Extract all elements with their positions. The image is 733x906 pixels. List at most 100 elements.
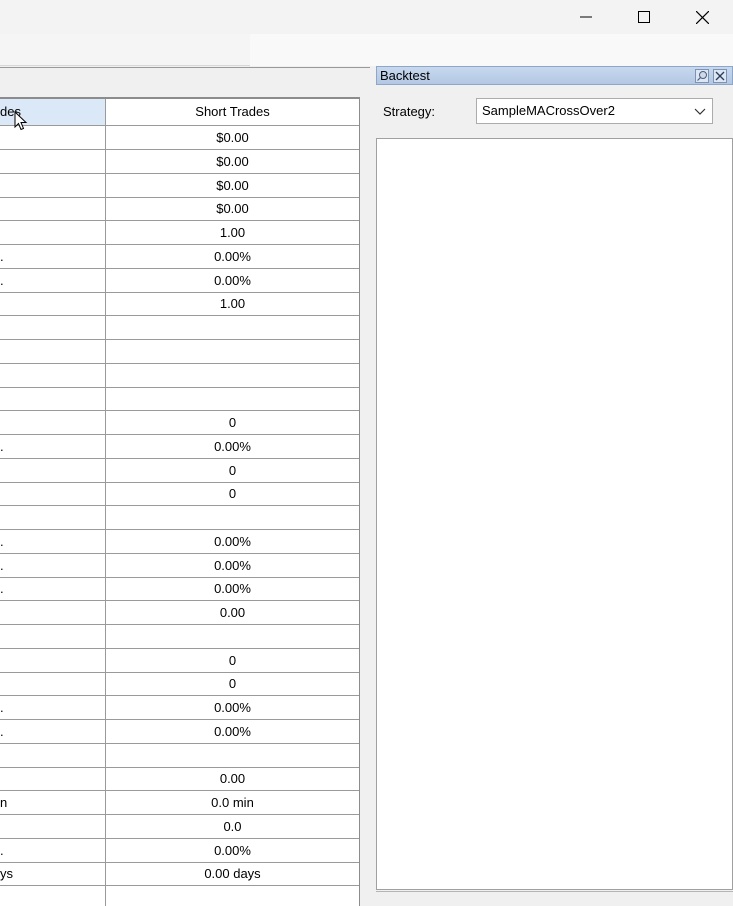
minimize-button[interactable] xyxy=(557,0,615,34)
row-cell-long-trades[interactable]: . xyxy=(0,696,106,719)
maximize-icon xyxy=(638,11,650,23)
minimize-icon xyxy=(580,16,592,18)
row-cell-short-trades[interactable] xyxy=(106,744,359,767)
row-cell-long-trades[interactable]: . xyxy=(0,268,106,292)
table-row: 0.00 xyxy=(0,767,359,792)
pin-button[interactable] xyxy=(695,69,709,83)
table-row: 1.00 xyxy=(0,221,359,245)
row-cell-short-trades[interactable] xyxy=(106,364,359,387)
row-cell-long-trades[interactable] xyxy=(0,601,106,624)
row-cell-long-trades[interactable] xyxy=(0,458,106,482)
row-cell-long-trades[interactable]: n xyxy=(0,791,106,814)
row-cell-long-trades[interactable] xyxy=(0,624,106,648)
table-row: 0.00 xyxy=(0,601,359,625)
row-cell-short-trades[interactable]: 0.00 xyxy=(106,767,359,790)
row-cell-short-trades[interactable] xyxy=(106,506,359,529)
row-cell-short-trades[interactable]: 0 xyxy=(106,459,359,482)
row-cell-long-trades[interactable]: . xyxy=(0,719,106,743)
row-cell-long-trades[interactable]: ys xyxy=(0,862,106,886)
table-row xyxy=(0,387,359,412)
table-row xyxy=(0,363,359,388)
cell-text: n xyxy=(0,795,8,810)
row-cell-short-trades[interactable]: 0 xyxy=(106,482,359,505)
row-cell-short-trades[interactable]: 0.00% xyxy=(106,577,359,600)
row-cell-short-trades[interactable]: 0 xyxy=(106,672,359,695)
row-cell-short-trades[interactable]: 0.00% xyxy=(106,245,359,268)
row-cell-long-trades[interactable]: . xyxy=(0,244,106,268)
table-row: . 0.00% xyxy=(0,434,359,459)
close-button[interactable] xyxy=(673,0,731,34)
row-cell-short-trades[interactable]: 1.00 xyxy=(106,221,359,244)
table-row: . 0.00% xyxy=(0,529,359,554)
table-row: n 0.0 min xyxy=(0,791,359,815)
row-cell-long-trades[interactable] xyxy=(0,339,106,363)
row-cell-short-trades[interactable]: 0.00% xyxy=(106,839,359,862)
panel-close-button[interactable] xyxy=(713,69,727,83)
column-header-short-trades[interactable]: Short Trades xyxy=(106,99,359,125)
row-cell-long-trades[interactable] xyxy=(0,886,106,906)
row-cell-short-trades[interactable]: 0.00% xyxy=(106,435,359,458)
row-cell-long-trades[interactable]: . xyxy=(0,838,106,862)
pin-icon xyxy=(697,71,707,81)
row-cell-short-trades[interactable]: $0.00 xyxy=(106,150,359,173)
table-row: 1.00 xyxy=(0,292,359,317)
table-row: 0.0 xyxy=(0,814,359,839)
row-cell-long-trades[interactable] xyxy=(0,411,106,434)
row-cell-long-trades[interactable] xyxy=(0,743,106,767)
row-cell-short-trades[interactable]: 0.00 xyxy=(106,601,359,624)
row-cell-short-trades[interactable]: 0.00 days xyxy=(106,862,359,885)
row-cell-short-trades[interactable] xyxy=(106,387,359,410)
row-cell-short-trades[interactable]: 0.00% xyxy=(106,530,359,553)
row-cell-short-trades[interactable]: 0.00% xyxy=(106,269,359,292)
panel-bottom-strip xyxy=(376,891,733,906)
table-row xyxy=(0,506,359,530)
row-cell-short-trades[interactable]: 0.00% xyxy=(106,554,359,577)
row-cell-short-trades[interactable]: $0.00 xyxy=(106,197,359,220)
row-cell-long-trades[interactable] xyxy=(0,173,106,197)
row-cell-short-trades[interactable]: 0.00% xyxy=(106,720,359,743)
row-cell-long-trades[interactable] xyxy=(0,482,106,506)
panel-close-icon xyxy=(715,71,725,81)
row-cell-long-trades[interactable]: . xyxy=(0,529,106,553)
row-cell-short-trades[interactable]: 0.00% xyxy=(106,696,359,719)
row-cell-short-trades[interactable] xyxy=(106,625,359,648)
row-cell-short-trades[interactable]: 0.0 min xyxy=(106,791,359,814)
row-cell-long-trades[interactable]: . xyxy=(0,434,106,458)
table-row: . 0.00% xyxy=(0,719,359,744)
row-cell-long-trades[interactable]: . xyxy=(0,577,106,601)
row-cell-long-trades[interactable] xyxy=(0,672,106,696)
table-row: 0 xyxy=(0,672,359,697)
menu-bar xyxy=(0,34,733,66)
strategy-select[interactable]: SampleMACrossOver2 xyxy=(476,98,713,124)
cell-text: . xyxy=(0,581,4,597)
row-cell-long-trades[interactable] xyxy=(0,292,106,316)
row-cell-short-trades[interactable]: 0 xyxy=(106,411,359,434)
row-cell-long-trades[interactable] xyxy=(0,363,106,387)
row-cell-short-trades[interactable]: 1.00 xyxy=(106,292,359,315)
row-cell-long-trades[interactable] xyxy=(0,387,106,411)
row-cell-short-trades[interactable] xyxy=(106,340,359,363)
maximize-button[interactable] xyxy=(615,0,673,34)
table-row xyxy=(0,316,359,340)
cell-text: . xyxy=(0,842,4,858)
row-cell-long-trades[interactable] xyxy=(0,767,106,791)
row-cell-long-trades[interactable] xyxy=(0,506,106,529)
panel-titlebar[interactable]: Backtest xyxy=(376,66,733,85)
table-row: $0.00 xyxy=(0,149,359,174)
row-cell-short-trades[interactable]: $0.00 xyxy=(106,126,359,149)
mouse-cursor-icon xyxy=(14,111,28,131)
row-cell-long-trades[interactable]: . xyxy=(0,553,106,577)
row-cell-short-trades[interactable]: 0.0 xyxy=(106,815,359,838)
row-cell-long-trades[interactable] xyxy=(0,648,106,672)
row-cell-long-trades[interactable] xyxy=(0,149,106,173)
row-cell-long-trades[interactable] xyxy=(0,316,106,339)
row-cell-long-trades[interactable] xyxy=(0,221,106,244)
row-cell-short-trades[interactable]: $0.00 xyxy=(106,174,359,197)
table-row xyxy=(0,339,359,364)
row-cell-short-trades[interactable] xyxy=(106,316,359,339)
row-cell-long-trades[interactable] xyxy=(0,197,106,221)
row-cell-long-trades[interactable] xyxy=(0,814,106,838)
row-cell-short-trades[interactable] xyxy=(106,886,359,906)
table-row xyxy=(0,886,359,906)
row-cell-short-trades[interactable]: 0 xyxy=(106,649,359,672)
